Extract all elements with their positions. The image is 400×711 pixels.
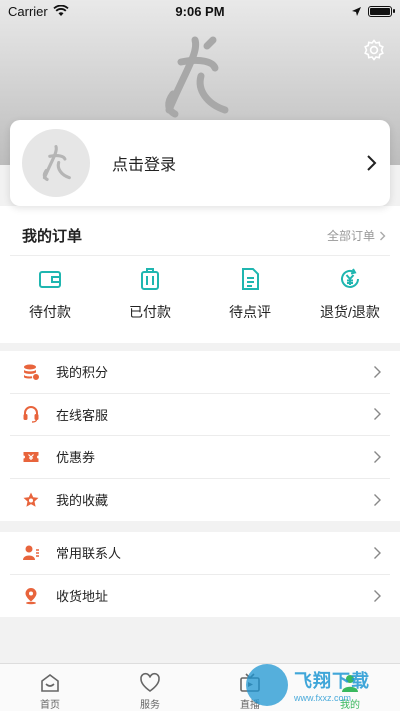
wallet-icon — [39, 271, 61, 288]
suitcase-icon — [141, 268, 159, 290]
orders-title: 我的订单 — [22, 228, 83, 245]
menu-item-label: 我的收藏 — [56, 493, 109, 509]
menu-group-account: 我的积分 在线客服 优惠券 我的收藏 — [0, 351, 400, 521]
tab-label: 服务 — [140, 700, 160, 711]
order-pending-payment[interactable]: 待付款 — [0, 266, 100, 322]
headset-icon — [23, 406, 39, 423]
tab-label: 首页 — [40, 700, 60, 711]
chevron-right-icon — [374, 589, 381, 602]
order-item-label: 待点评 — [229, 304, 271, 320]
chevron-right-icon — [374, 408, 381, 421]
brand-logo — [165, 36, 229, 118]
menu-item-label: 常用联系人 — [56, 546, 122, 562]
refund-icon — [341, 268, 359, 288]
menu-item-customer-service[interactable]: 在线客服 — [10, 394, 390, 436]
chevron-right-icon — [374, 365, 381, 378]
all-orders-label: 全部订单 — [326, 229, 375, 243]
tv-icon — [240, 673, 260, 692]
tab-label: 我的 — [340, 700, 360, 711]
menu-item-favorites[interactable]: 我的收藏 — [10, 479, 390, 522]
tab-mine[interactable]: 我的 — [300, 664, 400, 711]
order-item-label: 退货/退款 — [320, 304, 380, 320]
order-to-review[interactable]: 待点评 — [200, 266, 300, 322]
profile-icon — [342, 675, 358, 692]
status-bar: Carrier 9:06 PM — [0, 0, 400, 22]
carrier-label: Carrier — [8, 3, 48, 19]
document-icon — [242, 268, 259, 290]
tab-service[interactable]: 服务 — [100, 664, 200, 711]
home-icon — [41, 674, 59, 692]
tab-bar: 首页 服务 直播 我的 — [0, 663, 400, 711]
chevron-right-icon — [367, 155, 377, 171]
location-pin-icon — [25, 587, 37, 605]
menu-group-contacts: 常用联系人 收货地址 — [0, 532, 400, 617]
star-icon — [23, 492, 39, 507]
chevron-right-icon — [380, 231, 386, 240]
menu-item-label: 优惠券 — [56, 450, 96, 466]
menu-item-address[interactable]: 收货地址 — [10, 575, 390, 618]
tab-home[interactable]: 首页 — [0, 664, 100, 711]
login-card[interactable]: 点击登录 — [10, 120, 390, 206]
avatar[interactable] — [22, 129, 90, 197]
login-prompt[interactable]: 点击登录 — [112, 151, 364, 175]
order-paid[interactable]: 已付款 — [100, 266, 200, 322]
menu-item-label: 我的积分 — [56, 365, 109, 381]
menu-item-points[interactable]: 我的积分 — [10, 351, 390, 394]
order-item-label: 待付款 — [29, 304, 71, 320]
contacts-icon — [23, 545, 39, 560]
chevron-right-icon — [374, 450, 381, 463]
heart-icon — [140, 672, 160, 692]
order-item-label: 已付款 — [129, 304, 171, 320]
avatar-logo-icon — [42, 145, 71, 181]
menu-item-coupons[interactable]: 优惠券 — [10, 436, 390, 479]
location-arrow-icon — [352, 6, 361, 16]
orders-section: 我的订单 全部订单 待付款 已付款 待点评 退货/退款 — [0, 206, 400, 343]
chevron-right-icon — [374, 493, 381, 506]
order-refund[interactable]: 退货/退款 — [300, 266, 400, 322]
chevron-right-icon — [374, 546, 381, 559]
menu-item-label: 收货地址 — [56, 589, 109, 605]
all-orders-link[interactable]: 全部订单 — [327, 227, 390, 244]
points-icon — [24, 364, 40, 381]
battery-icon — [368, 5, 395, 17]
coupon-icon — [23, 451, 39, 462]
menu-item-contacts[interactable]: 常用联系人 — [10, 532, 390, 575]
wifi-icon — [53, 5, 69, 16]
menu-item-label: 在线客服 — [56, 407, 109, 423]
tab-label: 直播 — [240, 700, 260, 711]
settings-gear-icon[interactable] — [362, 38, 386, 62]
tab-live[interactable]: 直播 — [200, 664, 300, 711]
